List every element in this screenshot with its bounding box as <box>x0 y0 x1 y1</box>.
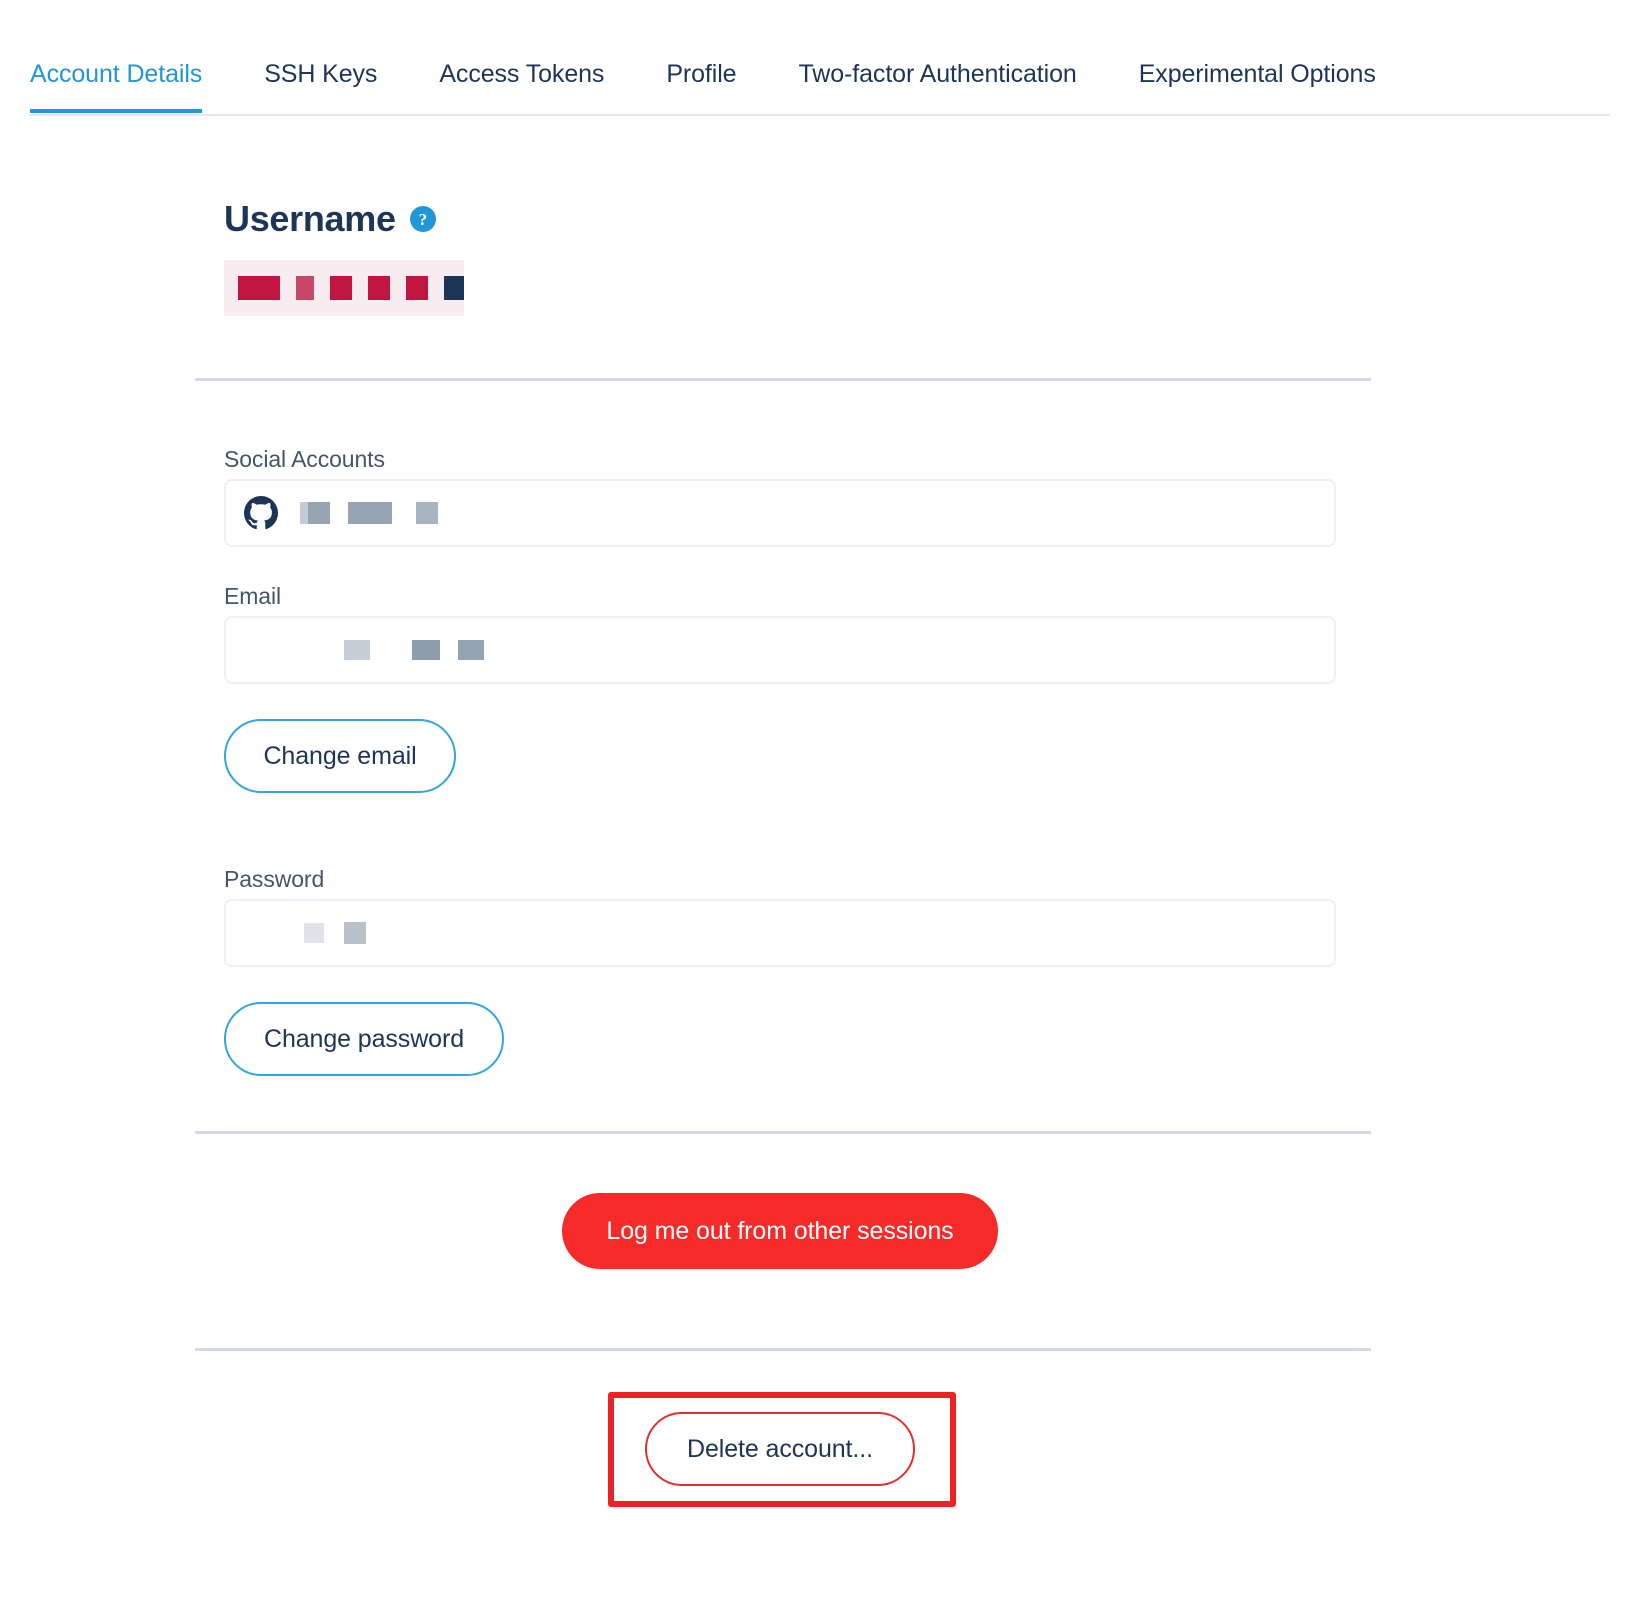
social-account-value-redacted <box>278 502 438 524</box>
divider-top <box>195 378 1371 381</box>
delete-account-button[interactable]: Delete account... <box>645 1412 915 1486</box>
tab-access-tokens[interactable]: Access Tokens <box>439 48 604 109</box>
divider-bottom <box>195 1348 1371 1351</box>
log-out-other-sessions-button[interactable]: Log me out from other sessions <box>562 1193 998 1269</box>
redaction-block <box>348 502 392 524</box>
redaction-block <box>344 922 366 944</box>
tab-profile[interactable]: Profile <box>666 48 736 109</box>
tab-experimental-options[interactable]: Experimental Options <box>1139 48 1376 109</box>
redaction-block <box>444 276 464 300</box>
divider-middle <box>195 1131 1371 1134</box>
redaction-block <box>260 276 280 300</box>
redaction-block <box>296 276 314 300</box>
redaction-block <box>368 276 390 300</box>
github-icon <box>244 496 278 530</box>
redaction-block <box>406 276 428 300</box>
redaction-block <box>416 502 438 524</box>
tab-ssh-keys[interactable]: SSH Keys <box>264 48 377 109</box>
redaction-block <box>458 640 484 660</box>
password-field[interactable] <box>224 899 1336 967</box>
username-heading: Username ? <box>224 198 436 240</box>
social-accounts-label: Social Accounts <box>224 446 385 473</box>
settings-tab-bar: Account Details SSH Keys Access Tokens P… <box>30 48 1610 116</box>
password-value-redacted <box>244 922 366 944</box>
account-details-page: Account Details SSH Keys Access Tokens P… <box>0 0 1640 1600</box>
help-circle-icon[interactable]: ? <box>410 206 436 232</box>
redaction-block <box>238 276 260 300</box>
redaction-block <box>344 640 370 660</box>
username-value-redacted <box>224 260 464 316</box>
page-title: Username <box>224 198 396 240</box>
change-email-button[interactable]: Change email <box>224 719 456 793</box>
tab-account-details[interactable]: Account Details <box>30 48 202 113</box>
redaction-block <box>300 502 308 524</box>
redaction-block <box>308 502 330 524</box>
email-field[interactable] <box>224 616 1336 684</box>
redaction-block <box>412 640 440 660</box>
password-label: Password <box>224 866 324 893</box>
social-accounts-field[interactable] <box>224 479 1336 547</box>
redaction-block <box>330 276 352 300</box>
change-password-button[interactable]: Change password <box>224 1002 504 1076</box>
redaction-block <box>304 923 324 943</box>
username-section: Username ? <box>224 198 436 240</box>
email-label: Email <box>224 583 281 610</box>
email-value-redacted <box>244 640 484 660</box>
tab-two-factor-authentication[interactable]: Two-factor Authentication <box>799 48 1077 109</box>
